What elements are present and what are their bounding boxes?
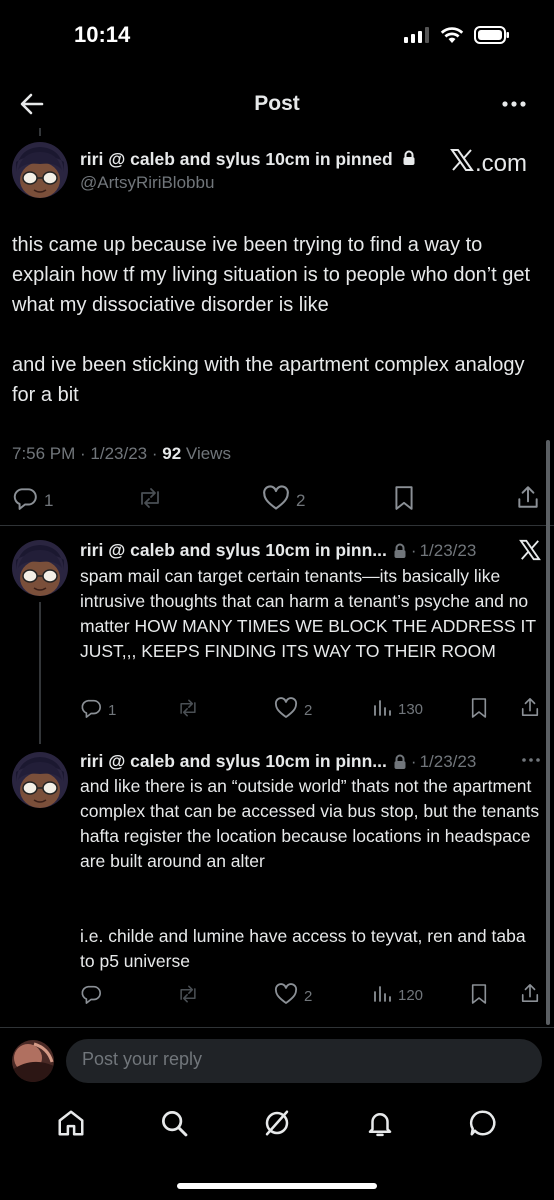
- post-meta: 7:56 PM · 1/23/23 · 92 Views: [12, 444, 231, 463]
- post-text-2: and ive been sticking with the apartment…: [12, 354, 525, 406]
- like-count: 2: [304, 987, 313, 1005]
- more-options-icon[interactable]: [500, 90, 528, 123]
- reply-author-name[interactable]: riri @ caleb and sylus 10cm in pinn...: [80, 751, 387, 772]
- reply-text: and like there is an “outside world” tha…: [80, 776, 540, 871]
- status-icons: [404, 26, 510, 49]
- my-avatar[interactable]: [12, 1040, 54, 1082]
- post-date: 1/23/23: [90, 444, 148, 463]
- heart-icon: [274, 697, 298, 723]
- post-text: this came up because ive been trying to …: [12, 234, 531, 316]
- bookmark-icon: [392, 485, 416, 516]
- scrollbar[interactable]: [546, 440, 550, 1025]
- thread-connector: [39, 128, 41, 136]
- watermark: .com: [450, 148, 527, 179]
- home-icon[interactable]: [56, 1108, 86, 1143]
- divider: [0, 1027, 554, 1028]
- bookmark-icon: [470, 697, 488, 724]
- divider: [0, 525, 554, 526]
- like-action[interactable]: 2: [274, 983, 312, 1009]
- analytics-icon: [372, 983, 392, 1007]
- heart-icon: [274, 983, 298, 1009]
- views-action[interactable]: 120: [372, 983, 423, 1007]
- messages-icon[interactable]: [468, 1108, 498, 1143]
- bookmark-icon: [470, 983, 488, 1010]
- post-time: 7:56 PM: [12, 444, 76, 463]
- thread-connector: [39, 602, 41, 744]
- status-time: 10:14: [74, 22, 131, 47]
- wifi-icon: [440, 26, 464, 49]
- views-count: 130: [398, 700, 424, 718]
- views-action[interactable]: 130: [372, 697, 423, 721]
- reply-icon: [12, 485, 38, 516]
- more-options-icon[interactable]: [520, 752, 542, 773]
- share-action[interactable]: [520, 982, 540, 1009]
- author-name[interactable]: riri @ caleb and sylus 10cm in pinned: [80, 149, 416, 171]
- analytics-icon: [372, 697, 392, 721]
- views-label: Views: [185, 444, 231, 463]
- signal-icon: [404, 27, 430, 48]
- repost-action[interactable]: [176, 983, 200, 1010]
- notifications-icon[interactable]: [365, 1108, 395, 1143]
- reply-text-2: i.e. childe and lumine have access to te…: [80, 926, 526, 971]
- reply-date[interactable]: 1/23/23: [420, 541, 477, 561]
- author-handle[interactable]: @ArtsyRiriBlobbu: [80, 173, 214, 193]
- repost-icon: [176, 983, 200, 1010]
- x-logo-icon: [450, 148, 474, 179]
- like-count: 2: [296, 490, 306, 510]
- x-logo-icon: [519, 539, 541, 566]
- reply-header: riri @ caleb and sylus 10cm in pinn... ·…: [80, 540, 477, 561]
- share-action[interactable]: [520, 696, 540, 723]
- reply-count: 1: [44, 490, 54, 510]
- reply-action[interactable]: [80, 983, 102, 1010]
- repost-action[interactable]: [136, 485, 164, 516]
- repost-icon: [136, 485, 164, 516]
- home-indicator: [177, 1183, 377, 1189]
- page-title: Post: [254, 92, 300, 115]
- repost-action[interactable]: [176, 697, 200, 724]
- heart-icon: [262, 485, 290, 516]
- share-action[interactable]: [516, 484, 540, 515]
- bookmark-action[interactable]: [470, 983, 488, 1010]
- reply-header: riri @ caleb and sylus 10cm in pinn... ·…: [80, 751, 477, 772]
- grok-icon[interactable]: [262, 1108, 292, 1143]
- lock-icon: [393, 754, 407, 770]
- reply-date[interactable]: 1/23/23: [420, 752, 477, 772]
- bookmark-action[interactable]: [470, 697, 488, 724]
- like-action[interactable]: 2: [274, 697, 312, 723]
- lock-icon: [402, 150, 416, 171]
- bottom-tab-bar: [0, 1100, 554, 1150]
- reply-input[interactable]: Post your reply: [66, 1039, 542, 1083]
- top-nav: Post: [0, 82, 554, 126]
- bookmark-action[interactable]: [392, 485, 416, 516]
- battery-icon: [474, 26, 510, 49]
- reply-icon: [80, 983, 102, 1010]
- reply-action[interactable]: 1: [80, 697, 116, 723]
- search-icon[interactable]: [159, 1108, 189, 1143]
- views-count: 92: [162, 444, 182, 463]
- views-count: 120: [398, 986, 424, 1004]
- avatar[interactable]: [12, 540, 68, 596]
- avatar[interactable]: [12, 752, 68, 808]
- reply-author-name[interactable]: riri @ caleb and sylus 10cm in pinn...: [80, 540, 387, 561]
- like-count: 2: [304, 701, 313, 719]
- share-icon: [516, 484, 540, 515]
- repost-icon: [176, 697, 200, 724]
- share-icon: [520, 696, 540, 723]
- reply-text: spam mail can target certain tenants—its…: [80, 566, 536, 661]
- reply-icon: [80, 697, 102, 723]
- author-name-text: riri @ caleb and sylus 10cm in pinned: [80, 149, 393, 169]
- reply-action[interactable]: 1: [12, 485, 53, 516]
- reply-count: 1: [108, 701, 117, 719]
- avatar[interactable]: [12, 142, 68, 198]
- share-icon: [520, 982, 540, 1009]
- lock-icon: [393, 543, 407, 559]
- like-action[interactable]: 2: [262, 485, 305, 516]
